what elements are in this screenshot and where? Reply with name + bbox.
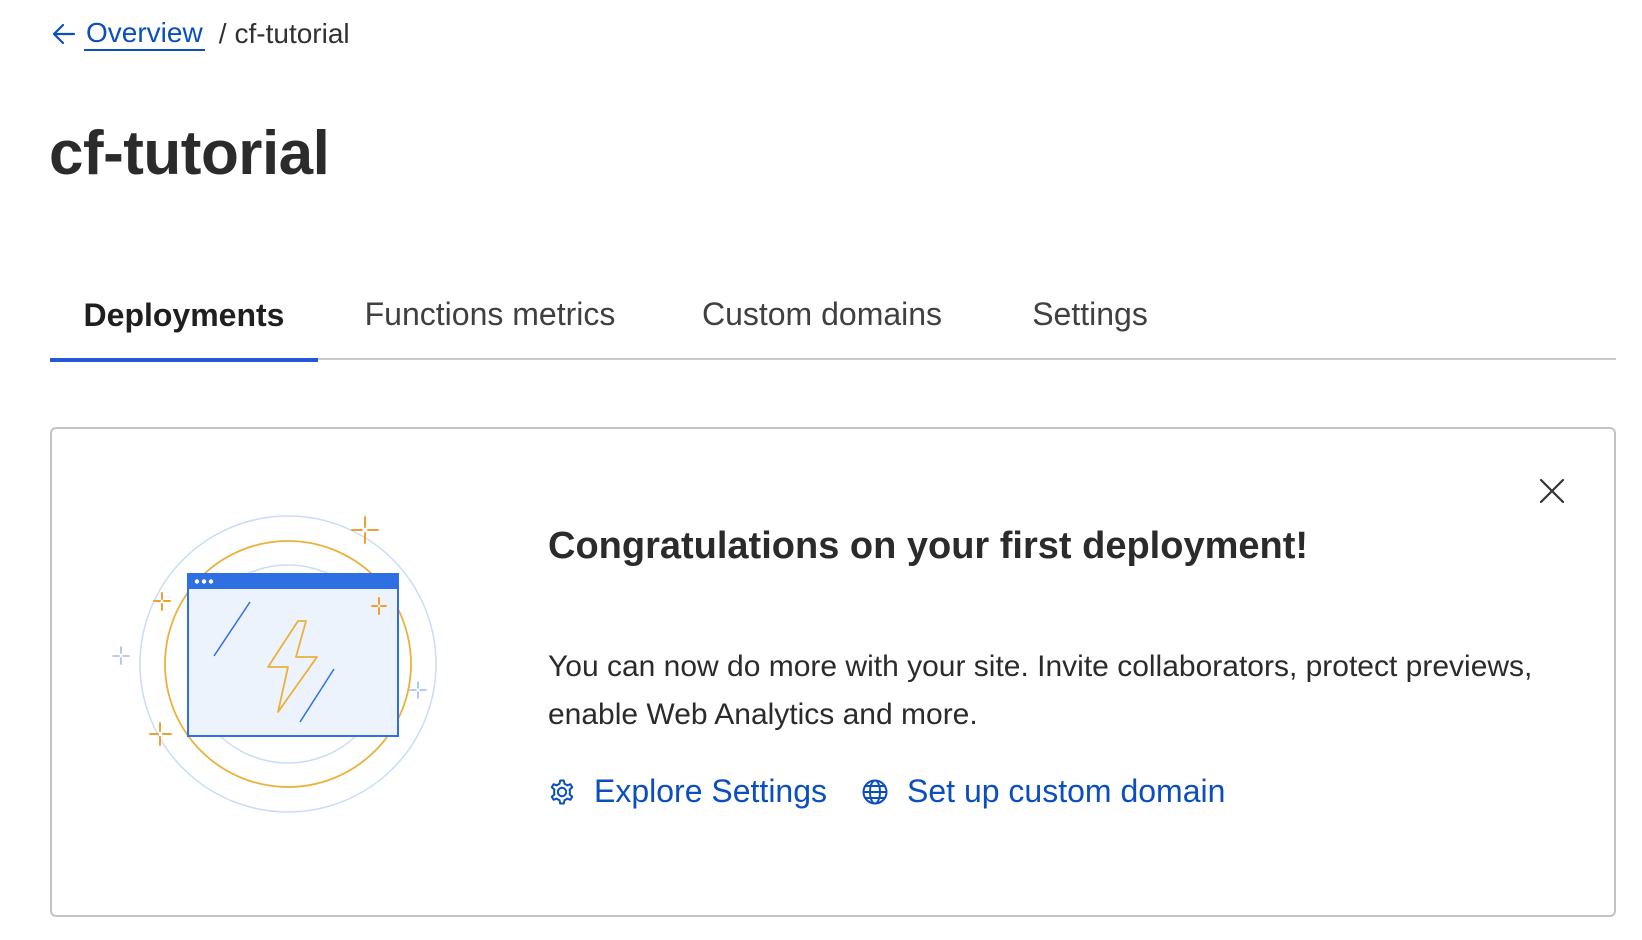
arrow-left-icon — [52, 23, 76, 45]
gear-icon — [550, 779, 574, 804]
page-title: cf-tutorial — [49, 119, 330, 188]
deployment-success-banner: Congratulations on your first deployment… — [50, 427, 1616, 917]
tab-bar: Deployments Functions metrics Custom dom… — [50, 268, 1616, 362]
breadcrumb-back-link[interactable]: Overview — [50, 17, 205, 51]
custom-domain-label: Set up custom domain — [907, 773, 1226, 809]
tab-settings[interactable]: Settings — [1005, 268, 1175, 360]
globe-icon — [862, 779, 888, 804]
banner-title: Congratulations on your first deployment… — [548, 525, 1309, 567]
tab-custom-domains[interactable]: Custom domains — [677, 268, 967, 360]
close-icon — [1539, 478, 1565, 504]
breadcrumb-back-label: Overview — [84, 17, 205, 51]
banner-actions: Explore Settings Set up custom domain — [548, 773, 1259, 810]
tab-deployments[interactable]: Deployments — [50, 268, 318, 362]
breadcrumb-current: cf-tutorial — [234, 18, 350, 49]
page: Overview / cf-tutorial cf-tutorial Deplo… — [0, 0, 1642, 940]
breadcrumb: Overview / cf-tutorial — [50, 14, 350, 54]
banner-description: You can now do more with your site. Invi… — [548, 650, 1533, 731]
close-button[interactable] — [1534, 473, 1570, 509]
custom-domain-link[interactable]: Set up custom domain — [861, 773, 1225, 810]
explore-settings-link[interactable]: Explore Settings — [548, 773, 827, 810]
deployment-illustration — [112, 515, 437, 813]
browser-window — [187, 573, 399, 737]
breadcrumb-separator: / — [218, 18, 227, 49]
explore-settings-label: Explore Settings — [594, 773, 828, 809]
tab-functions-metrics[interactable]: Functions metrics — [340, 268, 640, 360]
browser-titlebar — [188, 574, 398, 589]
